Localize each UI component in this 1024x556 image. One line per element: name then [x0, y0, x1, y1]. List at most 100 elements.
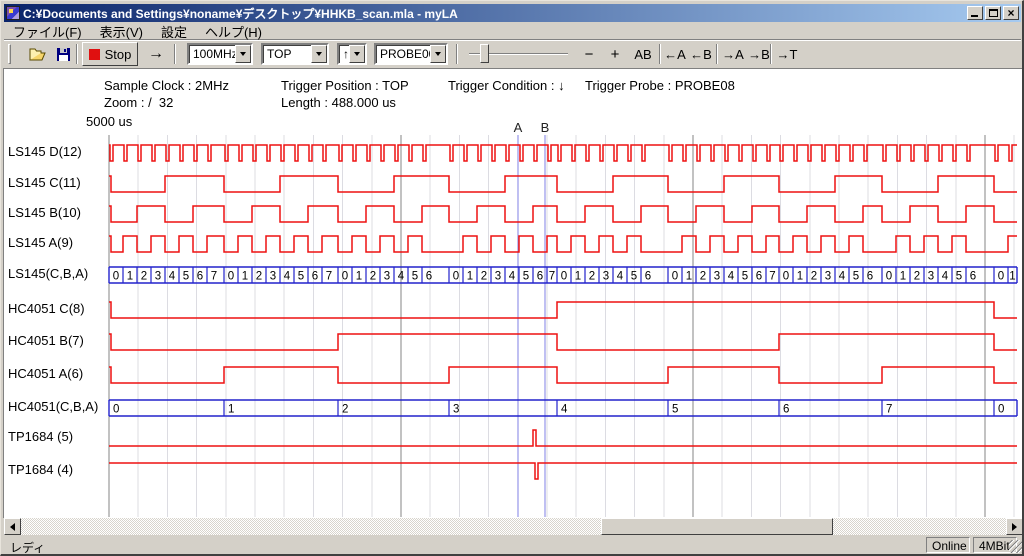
channel-label: LS145 D(12) — [8, 144, 108, 160]
info-zoom: Zoom : / 32 — [104, 95, 173, 110]
svg-text:4: 4 — [728, 271, 735, 283]
svg-text:5: 5 — [523, 271, 529, 283]
channel-label: LS145 A(9) — [8, 235, 108, 251]
info-trigger-probe: Trigger Probe : PROBE08 — [585, 78, 735, 93]
channel-label: LS145(C,B,A) — [8, 266, 108, 282]
svg-text:5: 5 — [853, 271, 859, 283]
svg-text:4: 4 — [509, 271, 516, 283]
svg-text:1: 1 — [900, 271, 906, 283]
svg-text:6: 6 — [197, 271, 203, 283]
svg-text:2: 2 — [811, 271, 817, 283]
app-window: C:¥Documents and Settings¥noname¥デスクトップ¥… — [0, 0, 1024, 556]
statusbar: レディ Online 4MBit — [4, 537, 1022, 555]
channel-label: TP1684 (4) — [8, 462, 108, 478]
svg-text:3: 3 — [825, 271, 831, 283]
svg-text:7: 7 — [211, 271, 217, 283]
svg-text:3: 3 — [603, 271, 609, 283]
svg-text:5: 5 — [631, 271, 637, 283]
svg-text:5: 5 — [742, 271, 748, 283]
svg-text:5: 5 — [412, 271, 418, 283]
svg-text:3: 3 — [270, 271, 276, 283]
svg-text:2: 2 — [481, 271, 487, 283]
scroll-left-button[interactable] — [4, 518, 21, 535]
svg-text:1: 1 — [356, 271, 362, 283]
svg-text:5: 5 — [672, 404, 678, 416]
svg-text:5: 5 — [956, 271, 962, 283]
svg-text:6: 6 — [426, 271, 432, 283]
svg-text:1: 1 — [1009, 271, 1015, 283]
svg-text:3: 3 — [155, 271, 161, 283]
svg-text:0: 0 — [113, 271, 119, 283]
scroll-left-icon — [10, 523, 15, 531]
svg-text:0: 0 — [998, 404, 1004, 416]
svg-text:7: 7 — [886, 404, 892, 416]
svg-text:2: 2 — [141, 271, 147, 283]
svg-text:6: 6 — [645, 271, 651, 283]
horizontal-scrollbar[interactable] — [4, 518, 1023, 535]
svg-text:6: 6 — [312, 271, 318, 283]
svg-text:4: 4 — [942, 271, 949, 283]
status-online-badge: Online — [926, 537, 970, 553]
svg-text:0: 0 — [998, 271, 1004, 283]
svg-text:1: 1 — [127, 271, 133, 283]
svg-text:2: 2 — [914, 271, 920, 283]
svg-text:4: 4 — [169, 271, 176, 283]
info-length: Length : 488.000 us — [281, 95, 396, 110]
scrollbar-thumb[interactable] — [601, 518, 833, 535]
channel-label: HC4051 C(8) — [8, 301, 108, 317]
svg-text:1: 1 — [797, 271, 803, 283]
svg-text:0: 0 — [342, 271, 348, 283]
info-trigger-position: Trigger Position : TOP — [281, 78, 409, 93]
channel-label: HC4051(C,B,A) — [8, 399, 108, 415]
svg-text:2: 2 — [700, 271, 706, 283]
svg-text:2: 2 — [342, 404, 348, 416]
channel-label: HC4051 B(7) — [8, 333, 108, 349]
svg-text:4: 4 — [839, 271, 846, 283]
svg-text:0: 0 — [453, 271, 459, 283]
svg-text:0: 0 — [561, 271, 567, 283]
svg-text:1: 1 — [228, 404, 234, 416]
cursor-a-label[interactable]: A — [508, 120, 528, 135]
channel-label: HC4051 A(6) — [8, 366, 108, 382]
svg-text:0: 0 — [783, 271, 789, 283]
svg-text:1: 1 — [467, 271, 473, 283]
svg-text:1: 1 — [575, 271, 581, 283]
svg-text:7: 7 — [549, 271, 555, 283]
svg-text:0: 0 — [672, 271, 678, 283]
svg-text:6: 6 — [537, 271, 543, 283]
svg-text:5: 5 — [298, 271, 304, 283]
svg-text:0: 0 — [228, 271, 234, 283]
info-trigger-condition: Trigger Condition : ↓ — [448, 78, 565, 93]
svg-text:4: 4 — [398, 271, 405, 283]
svg-text:5: 5 — [183, 271, 189, 283]
svg-text:3: 3 — [714, 271, 720, 283]
svg-text:4: 4 — [617, 271, 624, 283]
svg-text:7: 7 — [326, 271, 332, 283]
svg-text:1: 1 — [242, 271, 248, 283]
svg-text:3: 3 — [384, 271, 390, 283]
svg-text:7: 7 — [769, 271, 775, 283]
channel-label: LS145 C(11) — [8, 175, 108, 191]
svg-text:6: 6 — [756, 271, 762, 283]
svg-text:6: 6 — [867, 271, 873, 283]
info-sample-clock: Sample Clock : 2MHz — [104, 78, 229, 93]
resize-grip-icon[interactable] — [1009, 540, 1022, 553]
channel-label: LS145 B(10) — [8, 205, 108, 221]
svg-text:3: 3 — [495, 271, 501, 283]
svg-text:6: 6 — [970, 271, 976, 283]
svg-text:1: 1 — [686, 271, 692, 283]
svg-text:2: 2 — [589, 271, 595, 283]
cursor-b-label[interactable]: B — [535, 120, 555, 135]
timebase-label: 5000 us — [86, 114, 132, 129]
svg-text:6: 6 — [783, 404, 789, 416]
svg-text:2: 2 — [370, 271, 376, 283]
status-ready: レディ — [10, 539, 45, 556]
svg-text:4: 4 — [284, 271, 291, 283]
svg-text:4: 4 — [561, 404, 568, 416]
channel-label: TP1684 (5) — [8, 429, 108, 445]
svg-text:3: 3 — [928, 271, 934, 283]
svg-text:3: 3 — [453, 404, 459, 416]
scroll-right-button[interactable] — [1006, 518, 1023, 535]
svg-text:0: 0 — [886, 271, 892, 283]
svg-text:2: 2 — [256, 271, 262, 283]
